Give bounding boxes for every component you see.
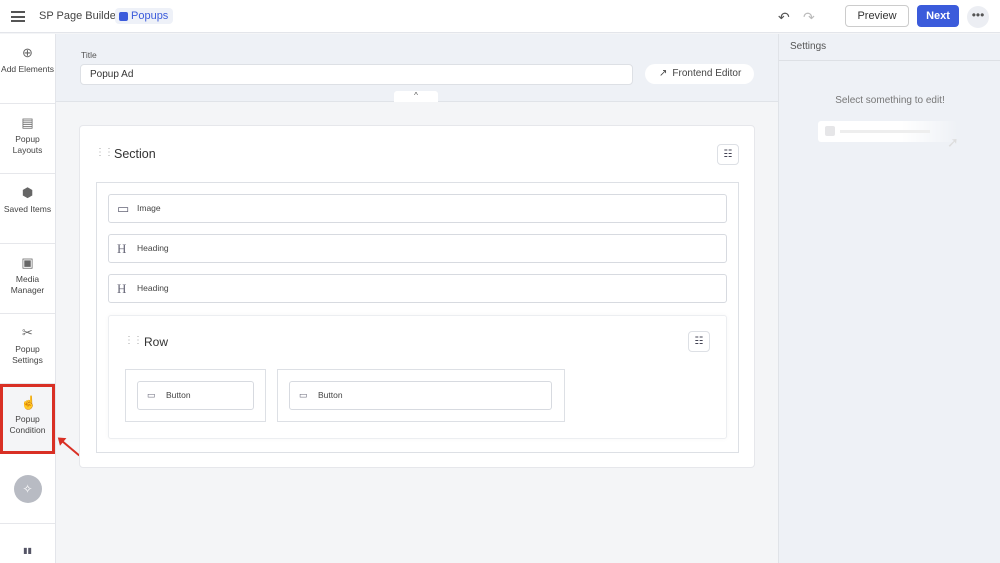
popup-icon (119, 11, 128, 21)
image-icon: ▭ (117, 201, 130, 216)
sidebar-item-popup-condition[interactable]: ☝ Popup Condition (0, 384, 55, 454)
column[interactable]: ▭ Image H Heading H Heading ⋮⋮ Row ☷ ▭ Butto… (96, 182, 739, 453)
element-heading[interactable]: H Heading (108, 274, 727, 303)
box-icon: ⬢ (21, 185, 34, 200)
top-bar: SP Page Builder Popups ↶ ↷ Preview Next … (0, 0, 1000, 33)
book-icon[interactable]: ▮▮ (0, 524, 55, 555)
element-label: Button (318, 390, 343, 400)
settings-title: Settings (779, 34, 1000, 61)
drag-handle-icon[interactable]: ⋮⋮ (95, 147, 114, 158)
sidebar-item-saved-items[interactable]: ⬢ Saved Items (0, 174, 55, 244)
button-icon: ▭ (299, 390, 308, 400)
title-label: Title (81, 50, 97, 60)
sidebar-item-label: Popup Settings (12, 344, 43, 365)
sidebar-item-popup-settings[interactable]: ✂ Popup Settings (0, 314, 55, 384)
placeholder-illustration (818, 121, 958, 142)
undo-icon[interactable]: ↶ (778, 9, 790, 26)
clean-button[interactable]: ✧ (0, 454, 55, 524)
row-title: Row (144, 335, 169, 349)
image-icon: ▣ (21, 255, 34, 270)
sidebar-item-label: Add Elements (1, 64, 54, 74)
element-heading[interactable]: H Heading (108, 234, 727, 263)
sidebar: ⊕ Add Elements ▤ Popup Layouts ⬢ Saved Item… (0, 34, 56, 563)
row-options-icon[interactable]: ☷ (688, 331, 710, 352)
sidebar-item-label: Popup Condition (9, 414, 46, 435)
heading-icon: H (117, 281, 127, 296)
heading-icon: H (117, 241, 127, 256)
redo-icon[interactable]: ↷ (803, 9, 815, 26)
sidebar-item-label: Popup Layouts (12, 134, 43, 155)
title-input[interactable]: Popup Ad (80, 64, 633, 85)
app-name: SP Page Builder (39, 10, 120, 22)
sidebar-item-label: Media Manager (10, 274, 45, 295)
element-label: Heading (137, 283, 169, 293)
collapse-toggle[interactable]: ^ (394, 91, 438, 102)
badge-label: Popups (131, 10, 169, 22)
button-icon: ▭ (147, 390, 156, 400)
broom-icon: ✧ (13, 474, 42, 503)
column[interactable]: ▭ Button (125, 369, 266, 422)
preview-button[interactable]: Preview (845, 5, 909, 27)
section-options-icon[interactable]: ☷ (717, 144, 739, 165)
element-button[interactable]: ▭ Button (289, 381, 552, 410)
title-header: Title Popup Ad ↗ Frontend Editor ^ (56, 34, 778, 102)
sidebar-item-label: Saved Items (3, 204, 52, 214)
frontend-editor-label: Frontend Editor (672, 68, 742, 79)
row[interactable]: ⋮⋮ Row ☷ ▭ Button ▭ Button (108, 315, 727, 439)
menu-icon[interactable] (11, 11, 25, 22)
tools-icon: ✂ (22, 325, 33, 340)
hand-pointer-icon: ☝ (20, 395, 37, 410)
element-label: Image (137, 203, 161, 213)
settings-panel: Settings Select something to edit! ➚ (778, 34, 1000, 563)
element-image[interactable]: ▭ Image (108, 194, 727, 223)
annotation-arrow (58, 438, 80, 457)
section[interactable]: ⋮⋮ Section ☷ ▭ Image H Heading H Heading ⋮⋮… (79, 125, 755, 468)
sidebar-item-media-manager[interactable]: ▣ Media Manager (0, 244, 55, 314)
section-title: Section (114, 147, 156, 161)
external-link-icon: ↗ (659, 68, 668, 79)
element-button[interactable]: ▭ Button (137, 381, 254, 410)
more-options-icon[interactable]: ••• (967, 6, 989, 28)
column[interactable]: ▭ Button (277, 369, 565, 422)
drag-handle-icon[interactable]: ⋮⋮ (124, 335, 143, 346)
plus-circle-icon: ⊕ (22, 45, 33, 60)
popups-badge[interactable]: Popups (115, 8, 174, 24)
sidebar-item-add-elements[interactable]: ⊕ Add Elements (0, 34, 55, 104)
empty-state-text: Select something to edit! (835, 95, 945, 106)
cursor-icon: ➚ (947, 134, 959, 150)
element-label: Heading (137, 243, 169, 253)
sidebar-item-popup-layouts[interactable]: ▤ Popup Layouts (0, 104, 55, 174)
element-label: Button (166, 390, 191, 400)
next-button[interactable]: Next (917, 5, 959, 27)
layout-icon: ▤ (21, 115, 34, 130)
frontend-editor-button[interactable]: ↗ Frontend Editor (645, 64, 754, 84)
